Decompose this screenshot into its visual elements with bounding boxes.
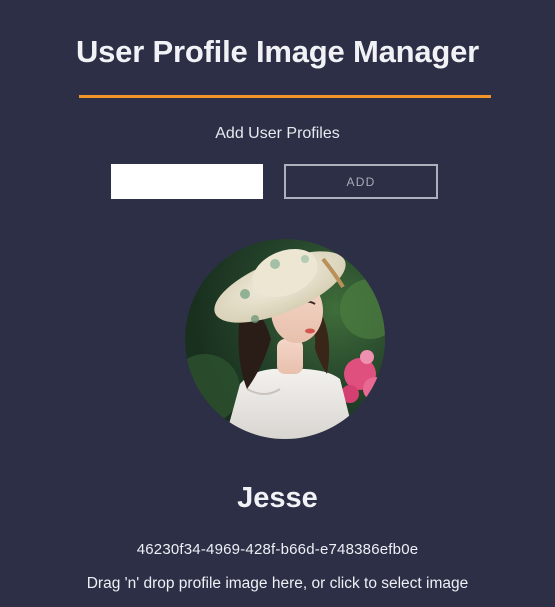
profile-name: Jesse — [237, 482, 318, 514]
image-dropzone[interactable]: Drag 'n' drop profile image here, or cli… — [0, 575, 555, 593]
profile-photo — [185, 239, 385, 439]
add-profiles-label: Add User Profiles — [215, 125, 340, 142]
title-divider — [79, 95, 491, 98]
add-profile-button[interactable]: ADD — [284, 164, 438, 199]
profile-name-input[interactable] — [111, 164, 263, 199]
profile-avatar[interactable] — [185, 239, 385, 439]
profile-id: 46230f34-4969-428f-b66d-e748386efb0e — [136, 541, 419, 558]
profile-manager-page: User Profile Image Manager Add User Prof… — [0, 0, 555, 607]
page-title: User Profile Image Manager — [75, 34, 480, 69]
